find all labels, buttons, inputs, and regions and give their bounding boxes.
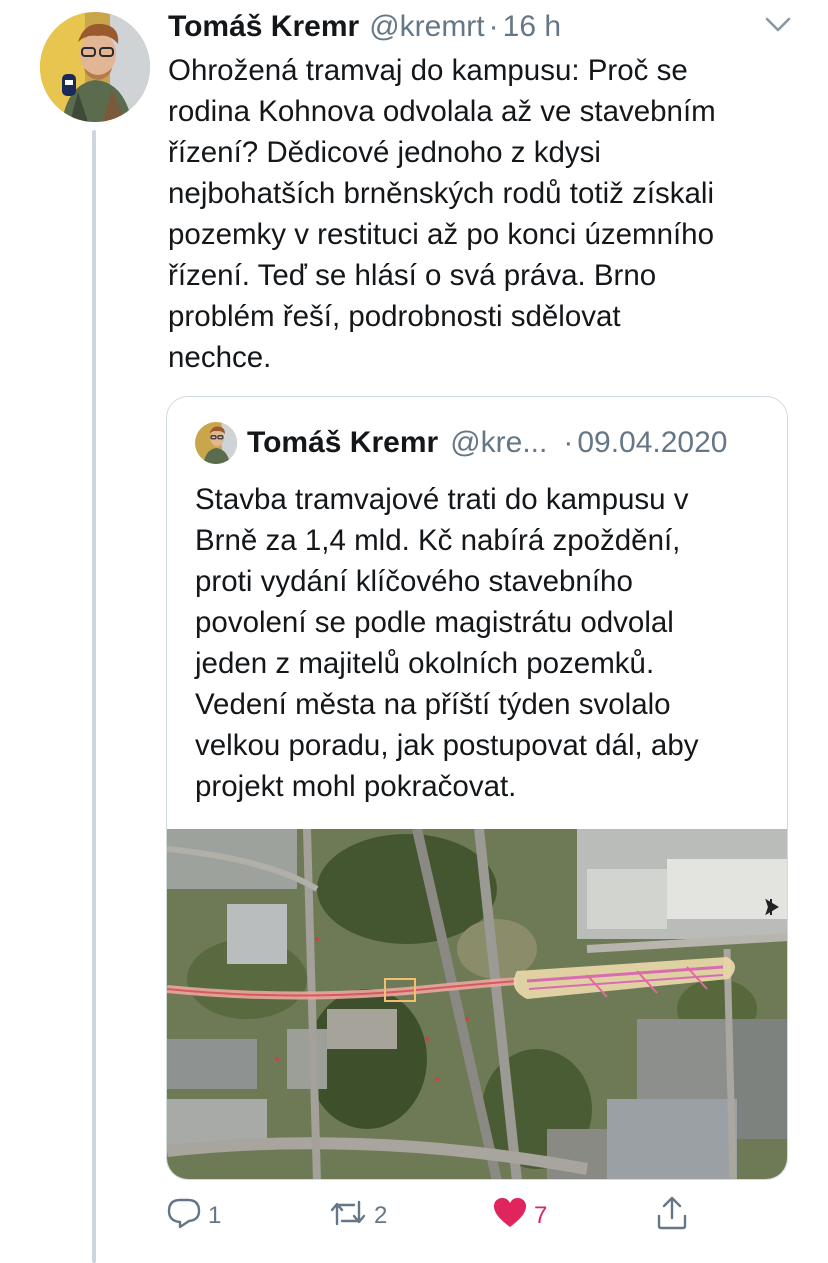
reply-button[interactable]: 1 xyxy=(166,1194,221,1238)
quoted-tweet-text: Stavba tramvajové trati do kampusu v Brn… xyxy=(195,483,699,803)
share-button[interactable] xyxy=(654,1194,690,1238)
chevron-down-icon[interactable] xyxy=(764,14,792,36)
separator-dot: · xyxy=(488,10,499,43)
tweet-header: Tomáš Kremr @kremrt · 16 h xyxy=(168,8,808,46)
reply-count: 1 xyxy=(208,1202,222,1229)
reply-icon xyxy=(166,1196,202,1237)
author-handle[interactable]: @kremrt xyxy=(369,10,484,44)
tweet-time[interactable]: 16 h xyxy=(503,10,561,44)
quoted-tweet[interactable]: Tomáš Kremr @kre... · 09.04.2020 Stavba … xyxy=(166,396,788,1180)
quoted-tweet-map-image[interactable] xyxy=(167,827,787,1179)
tweet-text: Ohrožená tramvaj do kampusu: Proč se rod… xyxy=(168,54,716,374)
tweet-actions: 1 2 7 xyxy=(166,1194,706,1238)
separator-dot: · xyxy=(563,426,574,459)
author-avatar[interactable] xyxy=(40,12,150,122)
author-name[interactable]: Tomáš Kremr xyxy=(168,10,359,44)
retweet-count: 2 xyxy=(374,1202,388,1229)
quoted-tweet-date: 09.04.2020 xyxy=(577,426,728,459)
quoted-author-name: Tomáš Kremr xyxy=(247,426,439,459)
quoted-tweet-header: Tomáš Kremr @kre... · 09.04.2020 xyxy=(195,421,767,465)
thread-line xyxy=(92,130,96,1263)
like-button[interactable]: 7 xyxy=(492,1194,547,1238)
share-icon xyxy=(654,1195,690,1238)
like-count: 7 xyxy=(534,1202,548,1229)
quoted-author-handle: @kre... xyxy=(450,426,548,459)
retweet-button[interactable]: 2 xyxy=(328,1194,387,1238)
retweet-icon xyxy=(328,1197,368,1236)
heart-icon xyxy=(492,1196,528,1237)
quoted-author-avatar xyxy=(195,422,237,464)
